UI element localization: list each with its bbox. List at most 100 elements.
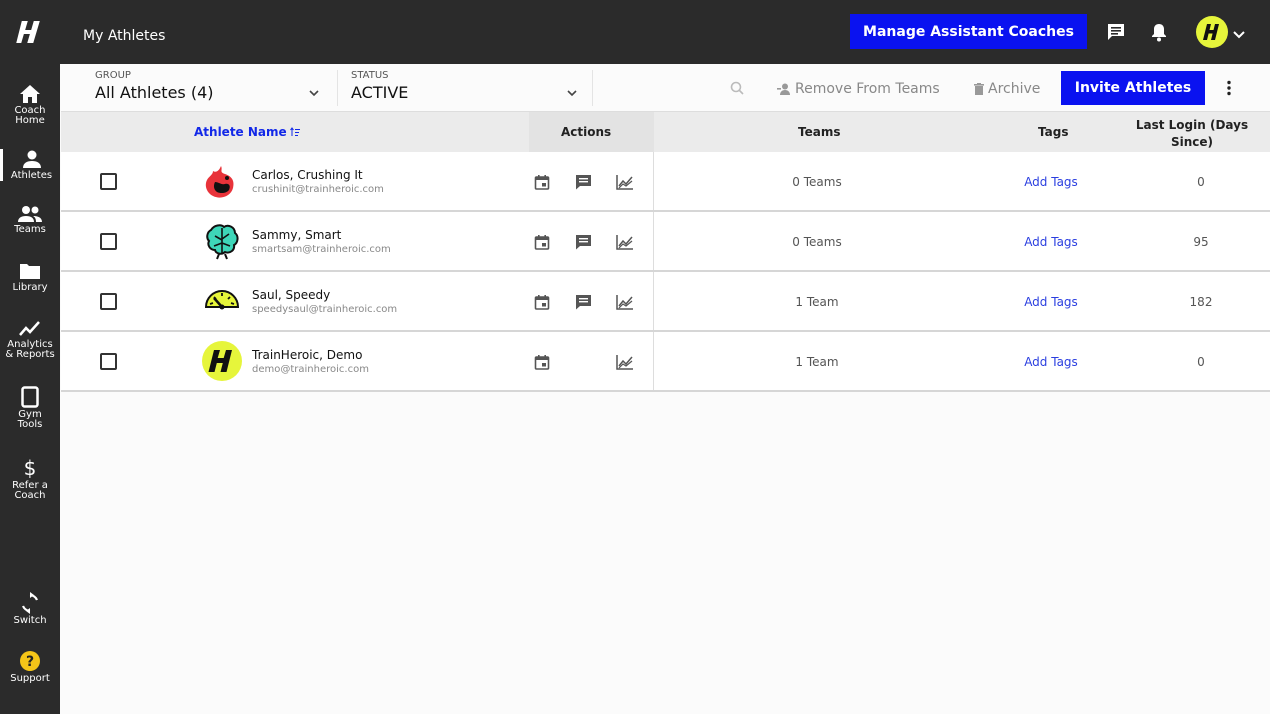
teams-count: 1 Team (795, 355, 839, 369)
dollar-icon: $ (24, 457, 37, 479)
archive-button[interactable]: Archive (974, 81, 1040, 97)
last-login-value: 95 (1193, 235, 1209, 249)
sidebar-item-teams[interactable]: Teams (0, 205, 60, 235)
remove-from-teams-label: Remove From Teams (795, 81, 940, 97)
top-bar: My Athletes Manage Assistant Coaches (0, 0, 1270, 64)
person-icon (22, 150, 41, 168)
message-icon[interactable] (575, 234, 592, 254)
row-checkbox[interactable] (100, 353, 117, 370)
sidebar-item-refer-a-coach[interactable]: $ Refer a Coach (0, 457, 60, 501)
manage-assistant-coaches-button[interactable]: Manage Assistant Coaches (850, 14, 1087, 49)
calendar-icon[interactable] (534, 354, 550, 374)
status-value: ACTIVE (351, 83, 409, 102)
table-row[interactable]: TrainHeroic, Demo demo@trainheroic.com 1… (61, 332, 1270, 392)
add-tags-link[interactable]: Add Tags (1001, 295, 1101, 309)
athlete-name[interactable]: Sammy, Smart (252, 228, 341, 242)
divider (653, 332, 654, 390)
row-checkbox[interactable] (100, 173, 117, 190)
analytics-icon[interactable] (616, 174, 634, 194)
last-login-header: Last Login (Days Since) (1135, 118, 1249, 149)
table-row[interactable]: Saul, Speedy speedysaul@trainheroic.com … (61, 272, 1270, 332)
sort-icon (289, 127, 300, 136)
athlete-name-header-label: Athlete Name (194, 125, 287, 139)
trainheroic-logo[interactable] (0, 0, 60, 64)
sidebar-item-label: Gym Tools (17, 409, 43, 430)
chevron-down-icon[interactable] (309, 82, 319, 101)
row-checkbox[interactable] (100, 233, 117, 250)
calendar-icon[interactable] (534, 234, 550, 254)
calendar-icon[interactable] (534, 174, 550, 194)
athlete-name-header[interactable]: Athlete Name (194, 125, 300, 139)
help-icon: ? (20, 651, 40, 671)
sidebar-item-label: Athletes (10, 170, 53, 181)
table-row[interactable]: Sammy, Smart smartsam@trainheroic.com 0 … (61, 212, 1270, 272)
athlete-name[interactable]: Saul, Speedy (252, 288, 330, 302)
sidebar-item-coach-home[interactable]: Coach Home (0, 84, 60, 126)
athlete-name[interactable]: TrainHeroic, Demo (252, 348, 362, 362)
divider (653, 152, 654, 210)
people-icon (18, 206, 42, 222)
athlete-name[interactable]: Carlos, Crushing It (252, 168, 363, 182)
switch-icon (21, 592, 39, 614)
analytics-icon[interactable] (616, 294, 634, 314)
analytics-icon[interactable] (616, 234, 634, 254)
folder-icon (20, 264, 40, 279)
group-select[interactable]: GROUP All Athletes (4) (95, 70, 325, 102)
message-icon[interactable] (575, 174, 592, 194)
sidebar-item-label: Switch (13, 615, 47, 626)
more-vertical-icon[interactable] (1226, 80, 1232, 100)
sidebar-item-label: Refer a Coach (12, 480, 48, 501)
person-remove-icon (777, 83, 790, 95)
sidebar-item-label: Teams (14, 224, 46, 235)
search-icon[interactable] (730, 81, 744, 95)
sidebar-item-library[interactable]: Library (0, 261, 60, 293)
chevron-down-icon[interactable] (567, 82, 577, 101)
add-tags-link[interactable]: Add Tags (1001, 175, 1101, 189)
tags-header: Tags (1038, 125, 1069, 139)
sidebar-item-gym-tools[interactable]: Gym Tools (0, 386, 60, 430)
sidebar-item-analytics-reports[interactable]: Analytics & Reports (0, 320, 60, 360)
sidebar-item-label: Support (10, 673, 50, 684)
actions-header: Actions (561, 125, 612, 139)
filter-bar: GROUP All Athletes (4) STATUS ACTIVE Rem… (61, 64, 1270, 112)
avatar (201, 340, 243, 382)
invite-athletes-button[interactable]: Invite Athletes (1061, 71, 1205, 105)
row-checkbox[interactable] (100, 293, 117, 310)
chevron-down-icon[interactable] (1233, 25, 1245, 44)
athlete-email: speedysaul@trainheroic.com (252, 304, 398, 315)
remove-from-teams-button[interactable]: Remove From Teams (777, 81, 940, 97)
sidebar-item-switch[interactable]: Switch (0, 592, 60, 626)
sidebar-item-support[interactable]: ? Support (0, 650, 60, 684)
divider (337, 70, 338, 106)
status-label: STATUS (351, 70, 389, 81)
athlete-email: crushinit@trainheroic.com (252, 184, 384, 195)
divider (592, 70, 593, 106)
athlete-email: demo@trainheroic.com (252, 364, 369, 375)
trash-icon (974, 83, 984, 95)
teams-header: Teams (798, 125, 841, 139)
divider (653, 212, 654, 270)
bell-icon[interactable] (1149, 22, 1169, 42)
message-icon[interactable] (575, 294, 592, 314)
avatar (201, 220, 243, 262)
group-value: All Athletes (4) (95, 83, 214, 102)
sidebar-item-athletes[interactable]: Athletes (0, 149, 60, 181)
table-row[interactable]: Carlos, Crushing It crushinit@trainheroi… (61, 152, 1270, 212)
archive-label: Archive (988, 81, 1041, 97)
add-tags-link[interactable]: Add Tags (1001, 235, 1101, 249)
svg-text:$: $ (24, 457, 37, 479)
sidebar: Coach Home Athletes Teams Library Analyt… (0, 64, 60, 714)
teams-count: 1 Team (795, 295, 839, 309)
chat-icon[interactable] (1106, 22, 1126, 42)
avatar (201, 160, 243, 202)
table-header: Athlete Name Actions Teams Tags Last Log… (61, 112, 1270, 152)
teams-count: 0 Teams (792, 175, 842, 189)
user-avatar[interactable] (1196, 16, 1228, 48)
athlete-email: smartsam@trainheroic.com (252, 244, 391, 255)
status-select[interactable]: STATUS ACTIVE (351, 70, 581, 102)
calendar-icon[interactable] (534, 294, 550, 314)
analytics-icon[interactable] (616, 354, 634, 374)
svg-text:?: ? (26, 654, 34, 670)
home-icon (20, 85, 40, 103)
add-tags-link[interactable]: Add Tags (1001, 355, 1101, 369)
